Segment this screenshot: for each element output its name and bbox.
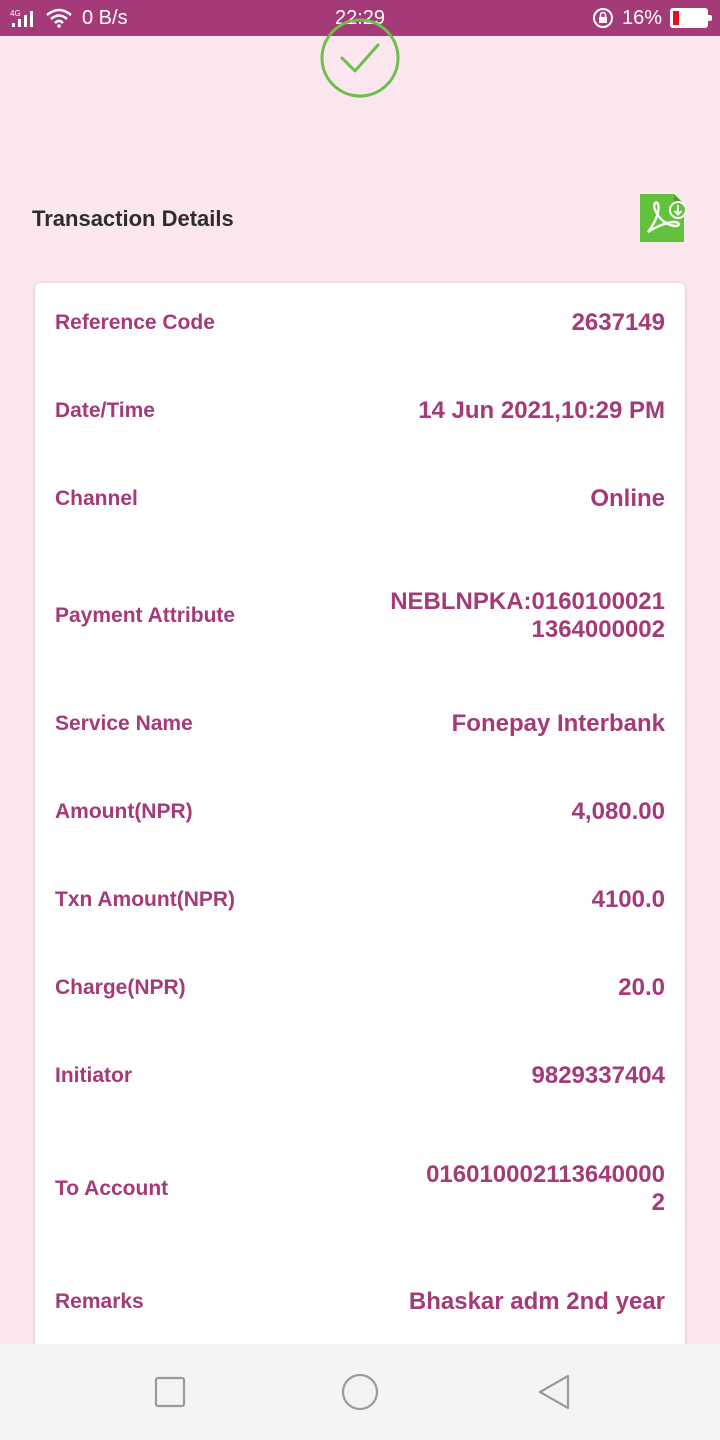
pdf-download-icon[interactable] [638, 192, 690, 244]
detail-row-txn-amount: Txn Amount(NPR) 4100.0 [55, 880, 665, 920]
detail-label: Txn Amount(NPR) [55, 888, 236, 911]
detail-label: Initiator [55, 1064, 132, 1087]
detail-row-to-account: To Account 016010002113640000 2 [55, 1161, 665, 1217]
detail-label: Amount(NPR) [55, 800, 193, 823]
detail-value: Fonepay Interbank [451, 710, 665, 737]
battery-icon [670, 8, 712, 28]
detail-row-payment-attribute: Payment Attribute NEBLNPKA:0160100021 13… [55, 588, 665, 644]
network-speed: 0 B/s [82, 7, 128, 29]
detail-label: Reference Code [55, 311, 215, 334]
detail-label: Service Name [55, 712, 193, 735]
detail-label: Remarks [55, 1290, 144, 1313]
battery-percent: 16% [621, 7, 662, 29]
square-icon[interactable] [150, 1372, 190, 1412]
detail-row-charge: Charge(NPR) 20.0 [55, 968, 665, 1008]
triangle-back-icon[interactable] [534, 1372, 574, 1412]
detail-row-reference-code: Reference Code 2637149 [55, 303, 665, 343]
detail-value: 9829337404 [531, 1062, 665, 1089]
detail-row-service-name: Service Name Fonepay Interbank [55, 704, 665, 744]
rotation-lock-icon [592, 8, 613, 28]
network-status: 4G 0 B/s [10, 6, 128, 30]
detail-label: To Account [55, 1177, 169, 1200]
transaction-details-card: Reference Code 2637149 Date/Time 14 Jun … [35, 283, 685, 1383]
signal-icon: 4G [10, 9, 33, 27]
circle-icon[interactable] [340, 1372, 380, 1412]
detail-value: 2637149 [571, 309, 665, 336]
detail-label: Date/Time [55, 399, 155, 422]
detail-label: Channel [55, 487, 138, 510]
detail-value: 016010002113640000 2 [426, 1161, 665, 1216]
detail-value: Online [590, 485, 665, 512]
detail-row-initiator: Initiator 9829337404 [55, 1056, 665, 1096]
detail-row-amount: Amount(NPR) 4,080.00 [55, 792, 665, 832]
detail-value: 20.0 [618, 974, 665, 1001]
detail-row-channel: Channel Online [55, 479, 665, 519]
detail-row-datetime: Date/Time 14 Jun 2021,10:29 PM [55, 391, 665, 431]
network-type: 4G [10, 9, 21, 18]
detail-label: Charge(NPR) [55, 976, 186, 999]
detail-value: 4,080.00 [571, 798, 665, 825]
detail-value: NEBLNPKA:0160100021 1364000002 [390, 588, 665, 643]
system-nav-bar [0, 1344, 720, 1440]
detail-value: Bhaskar adm 2nd year [408, 1288, 665, 1315]
check-circle-icon [320, 18, 400, 98]
detail-label: Payment Attribute [55, 604, 236, 627]
detail-value: 14 Jun 2021,10:29 PM [418, 397, 665, 424]
wifi-icon [46, 8, 72, 28]
detail-value: 4100.0 [591, 886, 665, 913]
detail-row-remarks: Remarks Bhaskar adm 2nd year [55, 1282, 665, 1322]
status-right: 16% [592, 6, 712, 30]
page-title: Transaction Details [32, 206, 234, 231]
